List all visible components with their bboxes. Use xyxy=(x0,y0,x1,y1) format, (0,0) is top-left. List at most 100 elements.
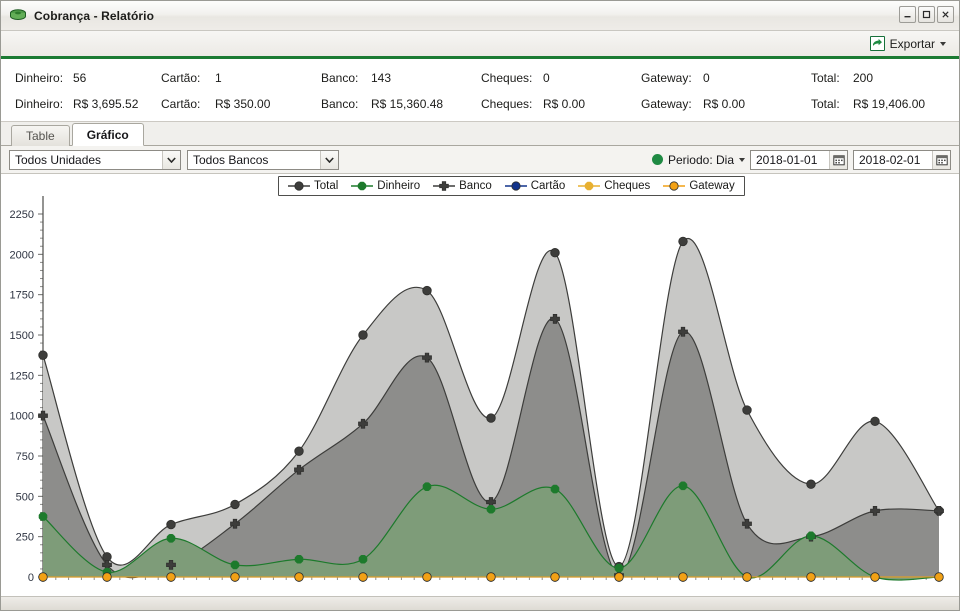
value: R$ 3,695.52 xyxy=(73,97,139,111)
period-label: Periodo: Dia xyxy=(667,152,734,167)
legend-marker-circle-icon xyxy=(288,181,310,191)
value: 0 xyxy=(703,71,710,85)
caret-down-icon xyxy=(940,41,946,46)
label: Banco: xyxy=(321,97,359,111)
tab-label: Gráfico xyxy=(86,127,129,142)
summary-counts-row: Dinheiro: 56 Cartão: 1 Banco: 143 Cheque… xyxy=(1,65,959,91)
export-button[interactable]: Exportar xyxy=(867,35,949,52)
chevron-down-icon[interactable] xyxy=(162,150,180,169)
y-axis-tick-label: 2250 xyxy=(10,209,34,221)
summary-amount-total: Total: R$ 19,406.00 xyxy=(811,97,951,111)
summary-count-dinheiro: Dinheiro: 56 xyxy=(1,71,161,85)
legend-label: Cheques xyxy=(604,180,651,192)
status-bar xyxy=(1,596,959,610)
summary-amount-dinheiro: Dinheiro: R$ 3,695.52 xyxy=(1,97,161,111)
minimize-button[interactable] xyxy=(899,6,916,23)
title-bar: Cobrança - Relatório xyxy=(1,1,959,31)
chart-legend: Total Dinheiro Banco Cartão Cheques Gateway xyxy=(278,176,745,196)
legend-item-banco[interactable]: Banco xyxy=(433,180,492,192)
value: 143 xyxy=(371,71,392,85)
date-to-input[interactable]: 2018-02-01 xyxy=(853,149,951,170)
label: Cartão: xyxy=(161,71,201,85)
label: Gateway: xyxy=(641,71,692,85)
area-chart[interactable]: 0 250 500 750 1000 1250 1500 1750 2000 2250 xyxy=(1,174,959,590)
legend-marker-circle-icon xyxy=(504,181,527,191)
date-from-input[interactable]: 2018-01-01 xyxy=(750,149,848,170)
label: Cheques: xyxy=(481,71,533,85)
export-label: Exportar xyxy=(889,36,935,51)
summary-count-banco: Banco: 143 xyxy=(321,71,481,85)
unidade-select-value: Todos Unidades xyxy=(15,152,102,167)
window-title: Cobrança - Relatório xyxy=(34,8,155,23)
y-axis-tick-label: 1750 xyxy=(10,290,34,302)
label: Banco: xyxy=(321,71,359,85)
value: R$ 0.00 xyxy=(703,97,746,111)
summary-amounts-row: Dinheiro: R$ 3,695.52 Cartão: R$ 350.00 … xyxy=(1,91,959,117)
legend-marker-plus-icon xyxy=(433,181,456,191)
legend-item-cartão[interactable]: Cartão xyxy=(504,180,566,192)
summary-amount-banco: Banco: R$ 15,360.48 xyxy=(321,97,481,111)
label: Cheques: xyxy=(481,97,533,111)
y-axis-tick-label: 1500 xyxy=(10,330,34,342)
window-controls xyxy=(899,6,954,23)
application-window: Cobrança - Relatório Exportar Dinheiro: … xyxy=(0,0,960,611)
y-axis-tick-label: 750 xyxy=(16,451,34,463)
value: R$ 19,406.00 xyxy=(853,97,926,111)
chart-panel: 0 250 500 750 1000 1250 1500 1750 2000 2250 Total… xyxy=(1,174,959,596)
unidade-select[interactable]: Todos Unidades xyxy=(9,149,181,170)
tab-label: Table xyxy=(26,129,55,143)
value: 0 xyxy=(543,71,550,85)
period-filters: Periodo: Dia 2018-01-01 2018-02-01 xyxy=(651,149,951,170)
value: 56 xyxy=(73,71,87,85)
value: R$ 15,360.48 xyxy=(371,97,444,111)
tab-strip: Table Gráfico xyxy=(1,122,959,146)
legend-label: Banco xyxy=(459,180,492,192)
tab-grafico[interactable]: Gráfico xyxy=(71,123,144,146)
legend-marker-circle-icon xyxy=(663,181,686,191)
banco-select[interactable]: Todos Bancos xyxy=(187,149,339,170)
legend-item-gateway[interactable]: Gateway xyxy=(663,180,735,192)
summary-count-cartao: Cartão: 1 xyxy=(161,71,321,85)
tab-table[interactable]: Table xyxy=(11,125,70,146)
legend-label: Cartão xyxy=(530,180,566,192)
legend-item-cheques[interactable]: Cheques xyxy=(578,180,650,192)
calendar-icon[interactable] xyxy=(829,150,847,169)
label: Cartão: xyxy=(161,97,201,111)
legend-label: Total xyxy=(314,180,339,192)
filter-bar: Todos Unidades Todos Bancos Periodo: Dia… xyxy=(1,146,959,174)
legend-item-dinheiro[interactable]: Dinheiro xyxy=(351,180,420,192)
summary-amount-gateway: Gateway: R$ 0.00 xyxy=(641,97,811,111)
status-dot xyxy=(651,154,663,165)
calendar-icon[interactable] xyxy=(932,150,950,169)
value: 1 xyxy=(215,71,222,85)
label: Dinheiro: xyxy=(15,71,64,85)
summary-amount-cheques: Cheques: R$ 0.00 xyxy=(481,97,641,111)
chevron-down-icon[interactable] xyxy=(320,150,338,169)
date-to-value: 2018-02-01 xyxy=(859,152,921,167)
summary-amount-cartao: Cartão: R$ 350.00 xyxy=(161,97,321,111)
maximize-button[interactable] xyxy=(918,6,935,23)
value: R$ 0.00 xyxy=(543,97,586,111)
legend-item-total[interactable]: Total xyxy=(288,180,338,192)
y-axis-tick-label: 1250 xyxy=(10,370,34,382)
date-from-value: 2018-01-01 xyxy=(756,152,818,167)
value: R$ 350.00 xyxy=(215,97,271,111)
summary-panel: Dinheiro: 56 Cartão: 1 Banco: 143 Cheque… xyxy=(1,59,959,122)
legend-marker-star-icon xyxy=(351,181,374,191)
y-axis-tick-label: 500 xyxy=(16,491,34,503)
money-stack-icon xyxy=(9,8,27,24)
legend-label: Gateway xyxy=(689,180,735,192)
label: Total: xyxy=(811,71,840,85)
period-caret-down-icon[interactable] xyxy=(739,157,745,162)
summary-count-cheques: Cheques: 0 xyxy=(481,71,641,85)
toolbar: Exportar xyxy=(1,31,959,59)
export-arrow-icon xyxy=(869,36,885,51)
summary-count-total: Total: 200 xyxy=(811,71,951,85)
close-button[interactable] xyxy=(937,6,954,23)
label: Gateway: xyxy=(641,97,692,111)
y-axis-tick-label: 1000 xyxy=(10,411,34,423)
y-axis-tick-label: 250 xyxy=(16,532,34,544)
legend-marker-star-icon xyxy=(578,181,601,191)
summary-count-gateway: Gateway: 0 xyxy=(641,71,811,85)
legend-label: Dinheiro xyxy=(377,180,421,192)
